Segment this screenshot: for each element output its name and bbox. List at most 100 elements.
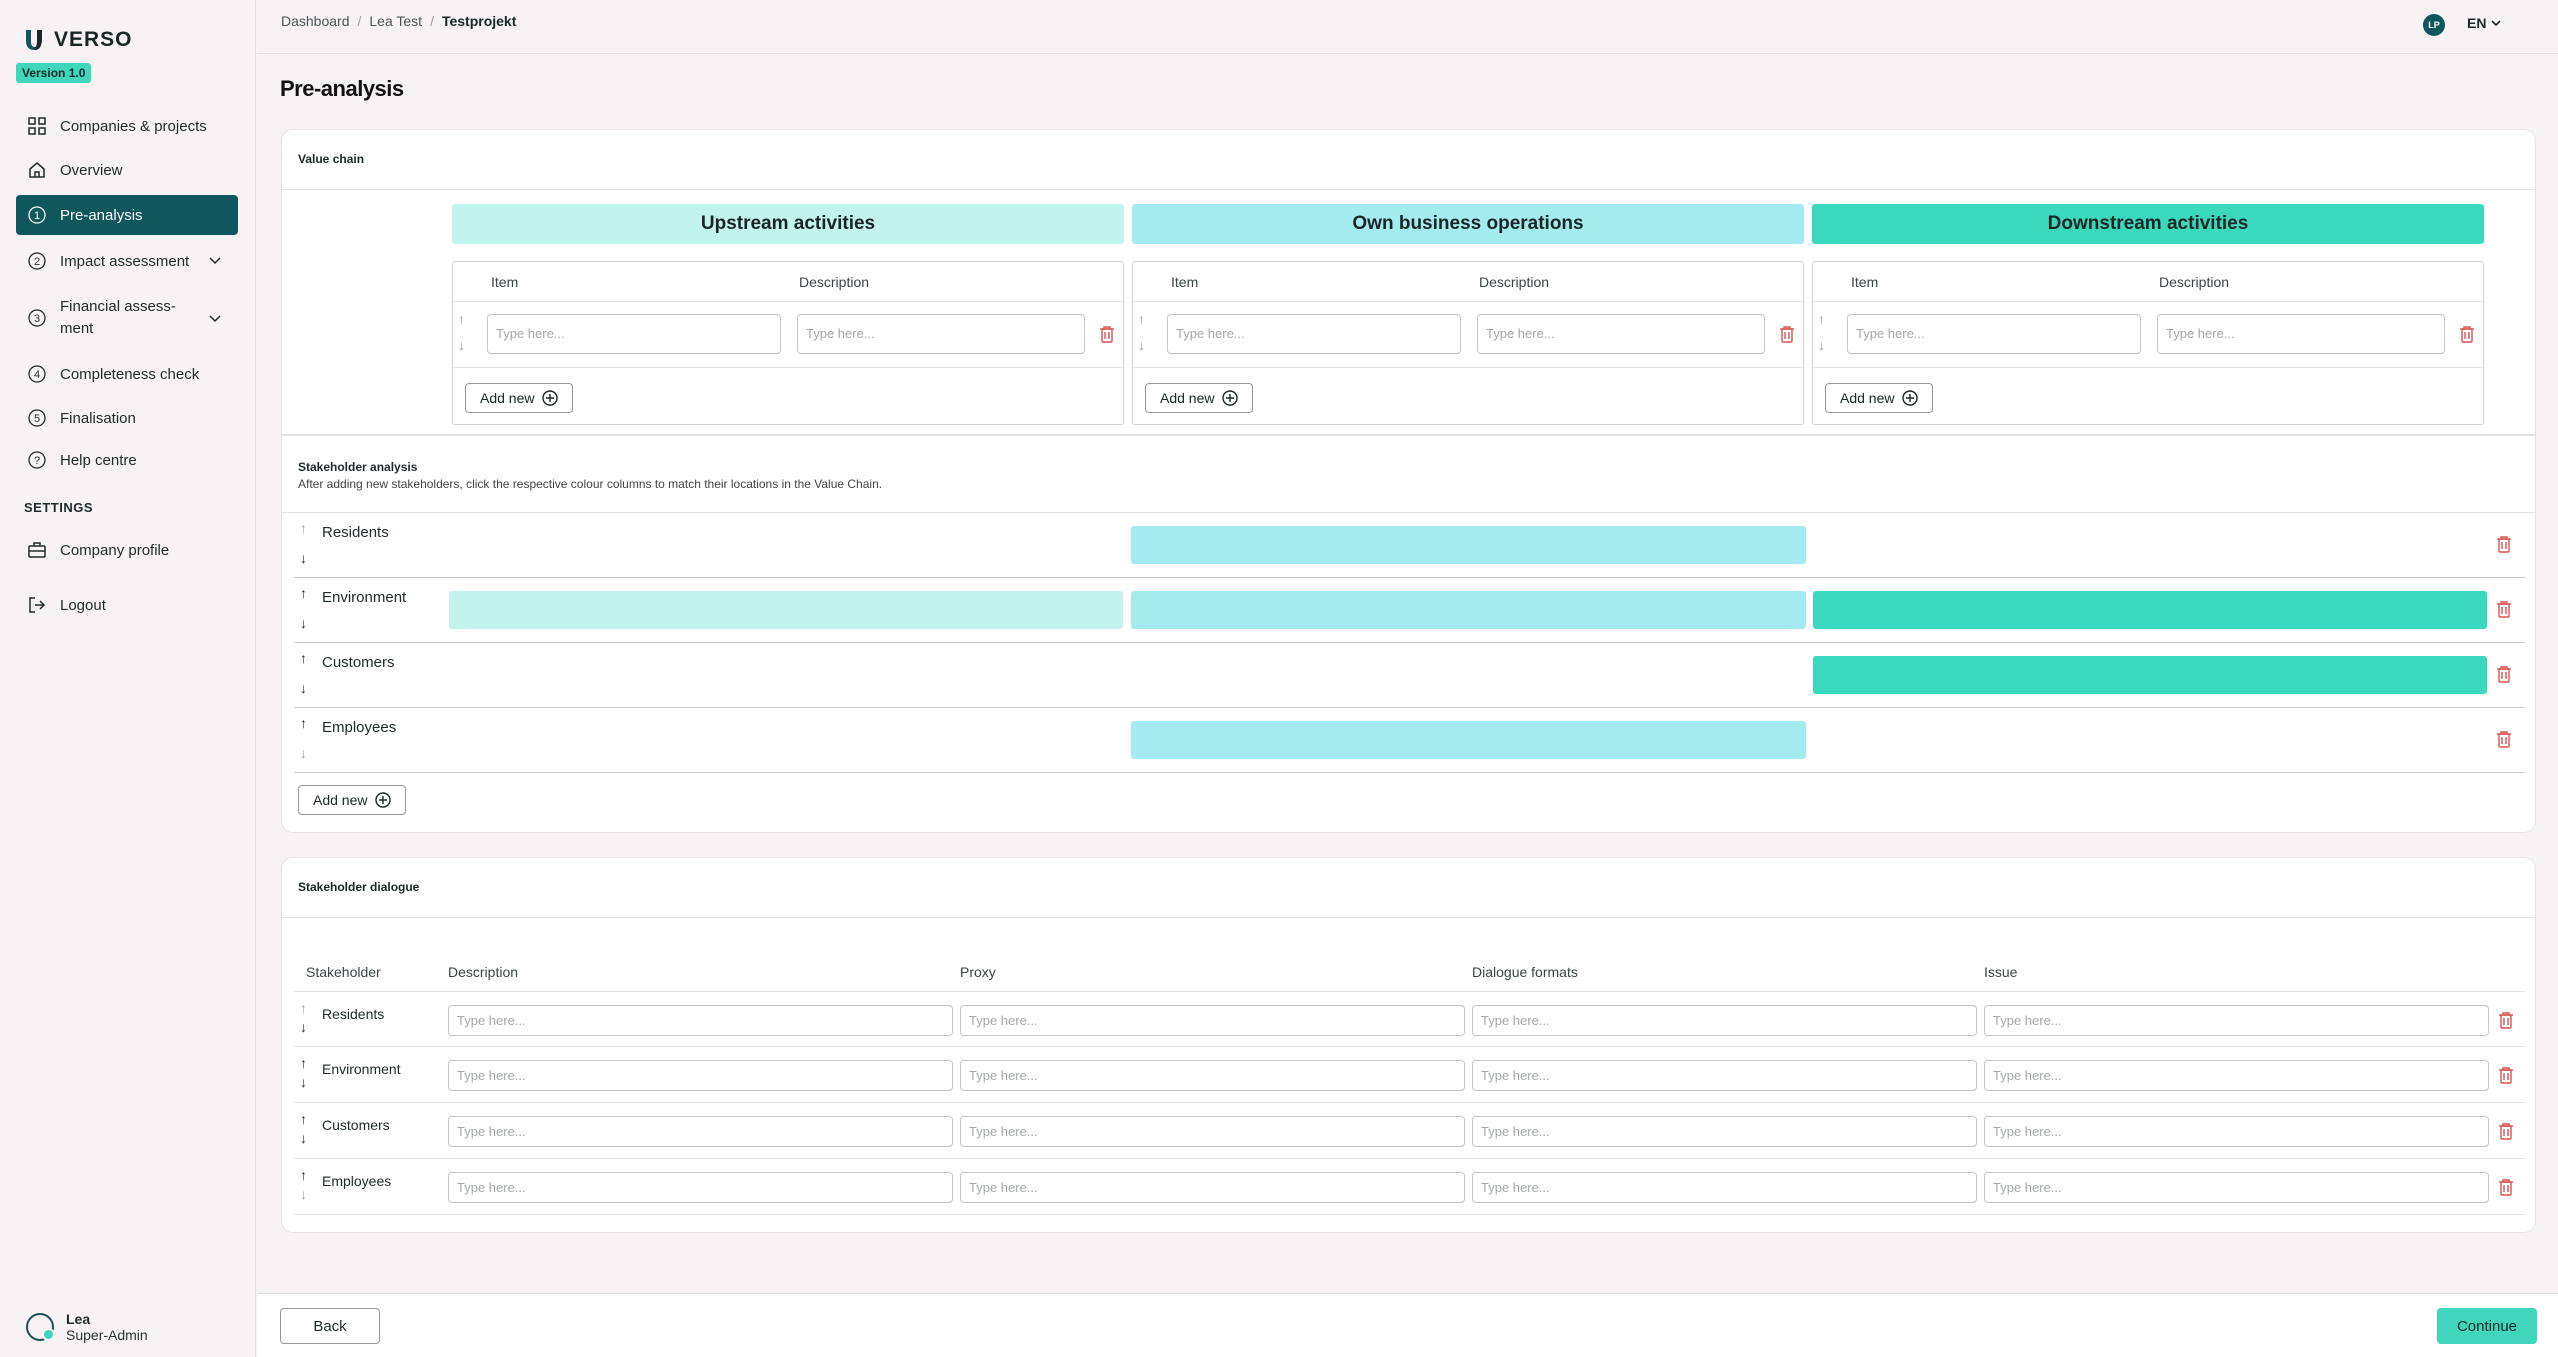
nav-label: Financial assess- ment: [60, 298, 176, 337]
dialogue-formats-input[interactable]: Type here...: [1472, 1060, 1977, 1091]
chevron-down-icon[interactable]: [208, 253, 222, 271]
plus-circle-icon: [1902, 390, 1919, 406]
downstream-cell[interactable]: [1813, 591, 2487, 629]
description-input[interactable]: Type here...: [448, 1060, 953, 1091]
arrow-up-icon[interactable]: ↑: [300, 716, 307, 730]
trash-icon[interactable]: [2498, 1178, 2514, 1196]
arrow-down-icon[interactable]: ↓: [300, 746, 307, 760]
trash-icon[interactable]: [2498, 1066, 2514, 1084]
trash-icon[interactable]: [2498, 1122, 2514, 1140]
breadcrumb-company[interactable]: Lea Test: [369, 13, 422, 29]
dialogue-row: ↑ ↓ Residents Type here... Type here... …: [294, 991, 2525, 1047]
description-input[interactable]: Type here...: [2157, 314, 2445, 354]
add-new-button[interactable]: Add new: [1145, 383, 1254, 413]
arrow-up-icon[interactable]: ↑: [458, 312, 465, 326]
nav-label: Completeness check: [60, 365, 200, 383]
nav-label: Company profile: [60, 541, 170, 559]
nav-overview[interactable]: Overview: [16, 150, 238, 190]
user-profile[interactable]: Lea Super-Admin: [26, 1311, 148, 1343]
proxy-input[interactable]: Type here...: [960, 1172, 1465, 1203]
arrow-up-icon[interactable]: ↑: [300, 1056, 307, 1070]
svg-text:4: 4: [34, 369, 40, 381]
back-button[interactable]: Back: [280, 1308, 380, 1344]
arrow-down-icon[interactable]: ↓: [300, 551, 307, 565]
dialogue-formats-input[interactable]: Type here...: [1472, 1172, 1977, 1203]
item-input[interactable]: Type here...: [1847, 314, 2141, 354]
own-operations-cell[interactable]: [1131, 721, 1806, 759]
language-selector[interactable]: EN: [2467, 15, 2502, 31]
trash-icon[interactable]: [1099, 325, 1115, 343]
trash-icon[interactable]: [2496, 730, 2512, 748]
nav-completeness-check[interactable]: 4 Completeness check: [16, 354, 238, 394]
trash-icon[interactable]: [1779, 325, 1795, 343]
nav-finalisation[interactable]: 5 Finalisation: [16, 398, 238, 438]
item-input[interactable]: Type here...: [487, 314, 781, 354]
trash-icon[interactable]: [2496, 535, 2512, 553]
description-input[interactable]: Type here...: [448, 1172, 953, 1203]
description-input[interactable]: Type here...: [448, 1116, 953, 1147]
trash-icon[interactable]: [2459, 325, 2475, 343]
arrow-up-icon[interactable]: ↑: [300, 521, 307, 535]
arrow-up-icon[interactable]: ↑: [300, 586, 307, 600]
verso-logo-icon: [26, 30, 42, 50]
trash-icon[interactable]: [2496, 600, 2512, 618]
issue-input[interactable]: Type here...: [1984, 1005, 2489, 1036]
header-proxy: Proxy: [960, 964, 996, 980]
upstream-cell[interactable]: [449, 591, 1123, 629]
proxy-input[interactable]: Type here...: [960, 1060, 1465, 1091]
trash-icon[interactable]: [2496, 665, 2512, 683]
nav-impact-assessment[interactable]: 2 Impact assessment: [16, 241, 238, 281]
downstream-cell[interactable]: [1813, 656, 2487, 694]
arrow-down-icon[interactable]: ↓: [458, 338, 465, 352]
add-new-button[interactable]: Add new: [465, 383, 574, 413]
arrow-up-icon[interactable]: ↑: [300, 651, 307, 665]
header-dialogue-formats: Dialogue formats: [1472, 964, 1578, 980]
arrow-down-icon[interactable]: ↓: [1138, 338, 1145, 352]
issue-input[interactable]: Type here...: [1984, 1060, 2489, 1091]
add-stakeholder-button[interactable]: Add new: [298, 785, 407, 815]
arrow-down-icon[interactable]: ↓: [300, 681, 307, 695]
description-input[interactable]: Type here...: [797, 314, 1085, 354]
arrow-up-icon[interactable]: ↑: [300, 1112, 307, 1126]
breadcrumb-dashboard[interactable]: Dashboard: [281, 13, 350, 29]
stakeholder-analysis-title: Stakeholder analysis: [298, 460, 418, 474]
nav-companies-projects[interactable]: Companies & projects: [16, 106, 238, 146]
app-logo[interactable]: VERSO: [24, 28, 133, 52]
arrow-up-icon[interactable]: ↑: [300, 1168, 307, 1182]
value-chain-card: Value chain Upstream activities Own busi…: [281, 129, 2536, 435]
dialogue-row: ↑ ↓ Environment Type here... Type here..…: [294, 1047, 2525, 1103]
arrow-down-icon[interactable]: ↓: [300, 1075, 307, 1089]
table-row: ↑ ↓ Type here... Type here...: [1813, 302, 2483, 368]
arrow-up-icon[interactable]: ↑: [300, 1001, 307, 1015]
continue-button[interactable]: Continue: [2437, 1308, 2537, 1344]
breadcrumb-project: Testprojekt: [441, 13, 517, 29]
arrow-up-icon[interactable]: ↑: [1138, 312, 1145, 326]
issue-input[interactable]: Type here...: [1984, 1172, 2489, 1203]
arrow-down-icon[interactable]: ↓: [1818, 338, 1825, 352]
proxy-input[interactable]: Type here...: [960, 1005, 1465, 1036]
nav-financial-assessment[interactable]: 3 Financial assess- ment: [16, 296, 238, 340]
trash-icon[interactable]: [2498, 1011, 2514, 1029]
user-avatar[interactable]: LP: [2423, 14, 2445, 36]
issue-input[interactable]: Type here...: [1984, 1116, 2489, 1147]
nav-logout[interactable]: Logout: [16, 585, 238, 625]
add-new-button[interactable]: Add new: [1825, 383, 1934, 413]
nav-help-centre[interactable]: ? Help centre: [16, 440, 238, 480]
arrow-down-icon[interactable]: ↓: [300, 1187, 307, 1201]
item-input[interactable]: Type here...: [1167, 314, 1461, 354]
arrow-down-icon[interactable]: ↓: [300, 1020, 307, 1034]
stakeholder-row: ↑ ↓ Employees: [294, 708, 2525, 773]
description-input[interactable]: Type here...: [1477, 314, 1765, 354]
description-input[interactable]: Type here...: [448, 1005, 953, 1036]
arrow-down-icon[interactable]: ↓: [300, 1131, 307, 1145]
arrow-down-icon[interactable]: ↓: [300, 616, 307, 630]
nav-company-profile[interactable]: Company profile: [16, 530, 238, 570]
dialogue-formats-input[interactable]: Type here...: [1472, 1116, 1977, 1147]
nav-pre-analysis[interactable]: 1 Pre-analysis: [16, 195, 238, 235]
proxy-input[interactable]: Type here...: [960, 1116, 1465, 1147]
arrow-up-icon[interactable]: ↑: [1818, 312, 1825, 326]
chevron-down-icon[interactable]: [208, 311, 222, 329]
own-operations-cell[interactable]: [1131, 526, 1806, 564]
dialogue-formats-input[interactable]: Type here...: [1472, 1005, 1977, 1036]
own-operations-cell[interactable]: [1131, 591, 1806, 629]
